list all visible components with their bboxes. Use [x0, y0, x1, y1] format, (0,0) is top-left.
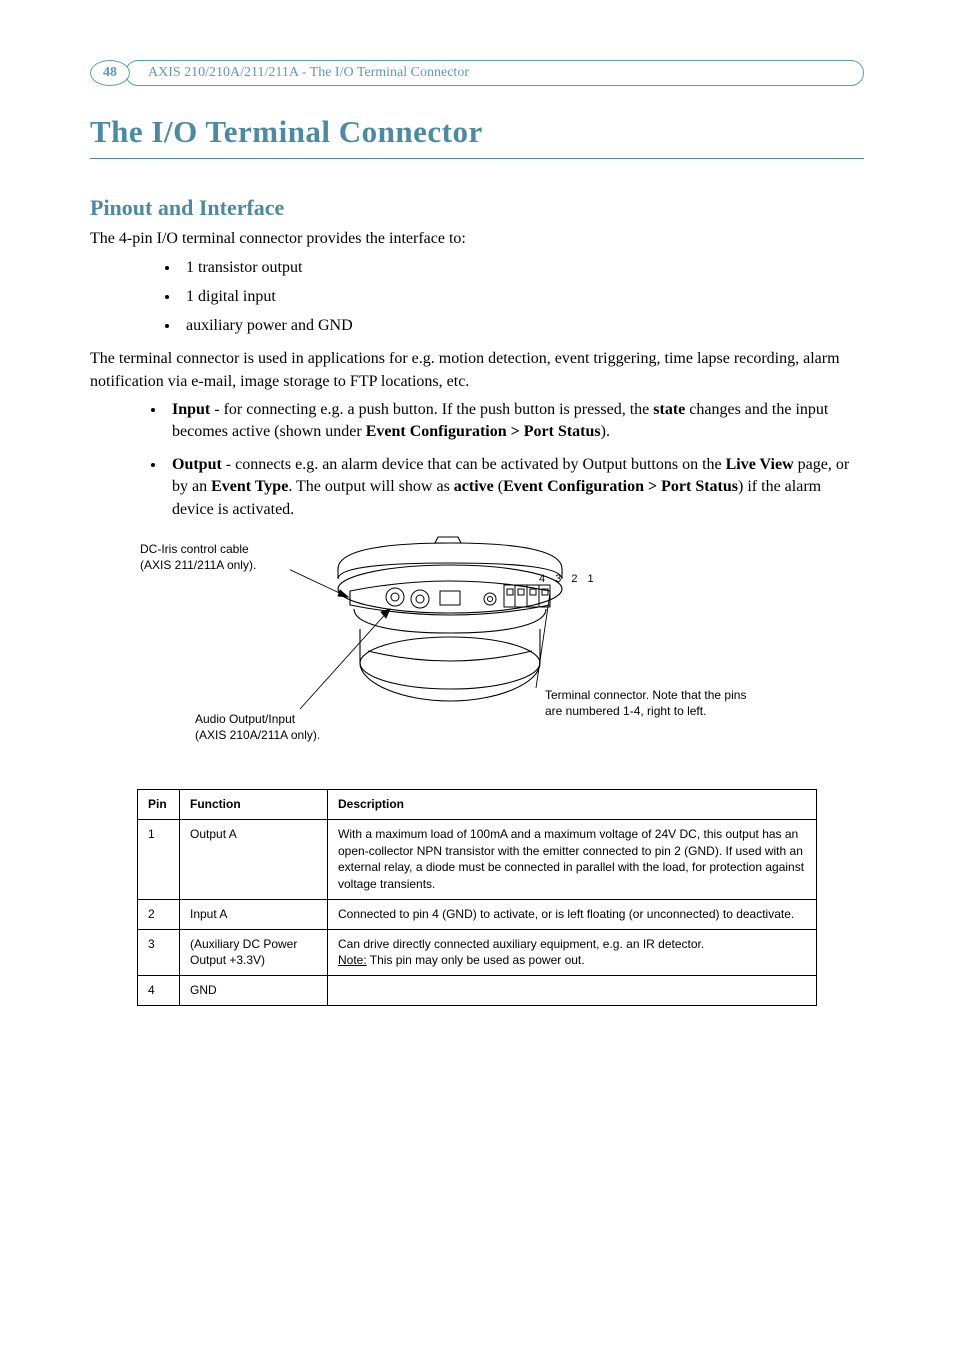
figure-label-dciris: DC-Iris control cable (AXIS 211/211A onl…	[140, 541, 280, 573]
interface-list: 1 transistor output 1 digital input auxi…	[90, 256, 864, 338]
page-number-badge: 48	[90, 60, 130, 86]
list-item: 1 transistor output	[180, 256, 864, 281]
io-bold: Event Type	[211, 478, 288, 495]
figure-label-text: DC-Iris control cable	[140, 542, 249, 556]
io-text: - for connecting e.g. a push button. If …	[210, 401, 653, 418]
table-row: 4 GND	[138, 976, 817, 1006]
table-header-row: Pin Function Description	[138, 789, 817, 819]
io-text: . The output will show as	[288, 478, 453, 495]
io-bold: active	[454, 478, 494, 495]
page-header: 48 AXIS 210/210A/211/211A - The I/O Term…	[90, 60, 864, 86]
list-item: 1 digital input	[180, 285, 864, 310]
table-row: 2 Input A Connected to pin 4 (GND) to ac…	[138, 899, 817, 929]
table-cell: (Auxiliary DC Power Output +3.3V)	[180, 929, 328, 976]
list-item: Input - for connecting e.g. a push butto…	[166, 399, 864, 444]
figure-label-text: (AXIS 211/211A only).	[140, 558, 256, 572]
page-title: The I/O Terminal Connector	[90, 114, 864, 150]
table-cell: 2	[138, 899, 180, 929]
io-bold: state	[653, 401, 685, 418]
io-lead: Input	[172, 401, 210, 418]
io-bold: Live View	[726, 456, 794, 473]
io-text: - connects e.g. an alarm device that can…	[222, 456, 726, 473]
io-text: (	[494, 478, 503, 495]
table-cell-note-lead: Note:	[338, 953, 367, 967]
section-heading: Pinout and Interface	[90, 195, 864, 221]
camera-diagram-icon	[290, 533, 610, 743]
table-cell: With a maximum load of 100mA and a maxim…	[328, 819, 817, 899]
table-header: Description	[328, 789, 817, 819]
pinout-table: Pin Function Description 1 Output A With…	[137, 789, 817, 1006]
table-cell: 3	[138, 929, 180, 976]
table-header: Pin	[138, 789, 180, 819]
table-cell: 4	[138, 976, 180, 1006]
table-header: Function	[180, 789, 328, 819]
io-list: Input - for connecting e.g. a push butto…	[90, 399, 864, 521]
table-cell: Input A	[180, 899, 328, 929]
table-cell-text: This pin may only be used as power out.	[367, 953, 585, 967]
table-cell: Can drive directly connected auxiliary e…	[328, 929, 817, 976]
table-cell: GND	[180, 976, 328, 1006]
page-number: 48	[103, 65, 117, 81]
intro-paragraph: The 4-pin I/O terminal connector provide…	[90, 227, 864, 250]
io-lead: Output	[172, 456, 222, 473]
camera-figure: DC-Iris control cable (AXIS 211/211A onl…	[90, 541, 864, 761]
table-row: 3 (Auxiliary DC Power Output +3.3V) Can …	[138, 929, 817, 976]
list-item: Output - connects e.g. an alarm device t…	[166, 454, 864, 521]
table-cell-text: Can drive directly connected auxiliary e…	[338, 937, 704, 951]
title-rule	[90, 152, 864, 159]
io-bold: Event Configuration > Port Status	[366, 423, 601, 440]
running-header: AXIS 210/210A/211/211A - The I/O Termina…	[125, 60, 864, 86]
table-row: 1 Output A With a maximum load of 100mA …	[138, 819, 817, 899]
table-cell: Connected to pin 4 (GND) to activate, or…	[328, 899, 817, 929]
list-item: auxiliary power and GND	[180, 314, 864, 339]
io-text: ).	[601, 423, 610, 440]
body-paragraph: The terminal connector is used in applic…	[90, 347, 864, 393]
table-cell	[328, 976, 817, 1006]
io-bold: Event Configuration > Port Status	[503, 478, 738, 495]
table-cell: Output A	[180, 819, 328, 899]
figure-label-text: Audio Output/Input	[195, 712, 295, 726]
table-cell: 1	[138, 819, 180, 899]
